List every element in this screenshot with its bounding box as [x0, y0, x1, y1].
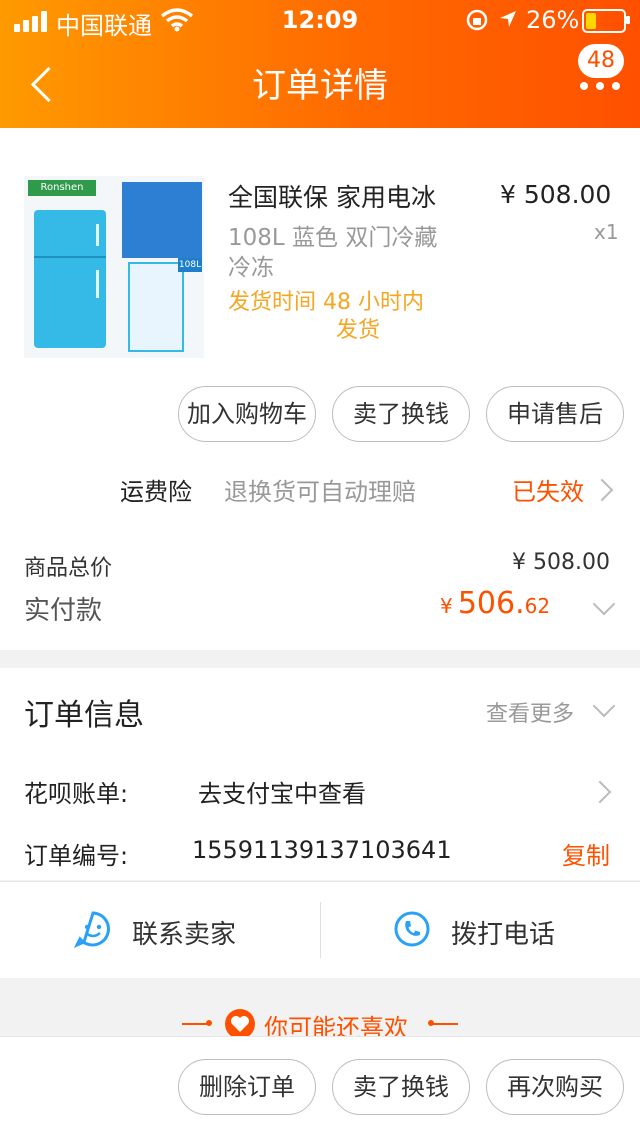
order-number-label: 订单编号:: [24, 842, 129, 870]
paid-decimal: 62: [524, 594, 551, 618]
copy-order-number-button[interactable]: 复制: [562, 836, 610, 871]
product-image[interactable]: Ronshen 108L: [24, 176, 204, 358]
chevron-right-icon: [590, 478, 614, 502]
after-sale-button[interactable]: 申请售后: [486, 386, 624, 442]
huabei-label: 花呗账单:: [24, 780, 129, 808]
header-bar: 中国联通 12:09 26% 订单详情 48: [0, 0, 640, 128]
battery-icon: [582, 9, 626, 33]
phone-icon: [394, 911, 430, 947]
shipping-insurance-row[interactable]: 运费险 退换货可自动理赔 已失效: [0, 460, 640, 516]
recommend-header: 你可能还喜欢: [0, 1000, 640, 1042]
page-title: 订单详情: [252, 66, 388, 106]
insurance-description: 退换货可自动理赔: [224, 478, 416, 506]
bottom-action-bar: 删除订单 卖了换钱 再次购买: [0, 1036, 640, 1137]
chevron-right-icon: [588, 780, 612, 804]
ship-time-line2: 发货: [336, 318, 381, 343]
notification-badge: 48: [578, 44, 624, 78]
product-quantity: x1: [594, 220, 619, 244]
right-decor-line: [432, 1023, 458, 1025]
brand-logo: Ronshen: [28, 180, 96, 196]
fridge-illustration: [34, 210, 106, 348]
chevron-down-icon[interactable]: [592, 592, 616, 616]
goods-total-value: ¥ 508.00: [512, 550, 610, 575]
huabei-bill-row[interactable]: 花呗账单: 去支付宝中查看: [0, 768, 640, 812]
insurance-label: 运费险: [120, 478, 192, 506]
insurance-status: 已失效: [512, 478, 584, 506]
huabei-value: 去支付宝中查看: [198, 780, 366, 808]
product-spec-line1: 108L 蓝色 双门冷藏: [228, 225, 438, 251]
paid-amount: ¥ 506.62: [440, 586, 550, 621]
order-info-title: 订单信息: [24, 698, 144, 733]
fridge-open-illustration: [128, 262, 184, 352]
delete-order-button[interactable]: 删除订单: [178, 1059, 316, 1115]
paid-integer: 506.: [457, 586, 525, 621]
rotation-lock-icon: [466, 9, 488, 31]
contact-bar: 联系卖家 拨打电话: [0, 881, 640, 978]
product-title[interactable]: 全国联保 家用电冰: [228, 178, 436, 214]
view-more-label: 查看更多: [486, 702, 575, 727]
call-phone-button[interactable]: 拨打电话: [321, 882, 640, 978]
paid-label: 实付款: [24, 596, 103, 626]
chat-smile-icon: [74, 911, 110, 948]
location-icon: [500, 11, 516, 27]
ship-time-line1: 发货时间 48 小时内: [228, 290, 424, 315]
view-more-link[interactable]: 查看更多: [486, 696, 574, 728]
contact-seller-button[interactable]: 联系卖家: [0, 882, 320, 978]
order-product-card: Ronshen 108L 全国联保 家用电冰 108L 蓝色 双门冷藏 冷冻 发…: [0, 128, 640, 650]
paid-currency: ¥: [440, 594, 453, 618]
sell-for-cash-button[interactable]: 卖了换钱: [332, 386, 470, 442]
sell-for-cash-button[interactable]: 卖了换钱: [332, 1059, 470, 1115]
battery-percent: 26%: [526, 6, 580, 34]
product-spec-line2: 冷冻: [228, 255, 274, 281]
add-to-cart-button[interactable]: 加入购物车: [178, 386, 316, 442]
spec-table: [122, 182, 202, 258]
call-phone-label: 拨打电话: [451, 920, 556, 950]
order-number-value: 1559113913710364​1: [192, 836, 452, 864]
contact-seller-label: 联系卖家: [132, 920, 237, 950]
goods-total-label: 商品总价: [24, 556, 113, 581]
order-info-card: 订单信息 查看更多 花呗账单: 去支付宝中查看 订单编号: 1559113913…: [0, 668, 640, 880]
capacity-badge: 108L: [178, 258, 202, 272]
product-price: ¥ 508.00: [500, 180, 612, 209]
left-decor-dot: [206, 1020, 212, 1026]
more-menu-button[interactable]: 48: [572, 44, 632, 104]
chevron-down-icon: [592, 694, 616, 718]
buy-again-button[interactable]: 再次购买: [486, 1059, 624, 1115]
more-dots-icon: [580, 82, 624, 90]
left-decor-line: [182, 1023, 208, 1025]
